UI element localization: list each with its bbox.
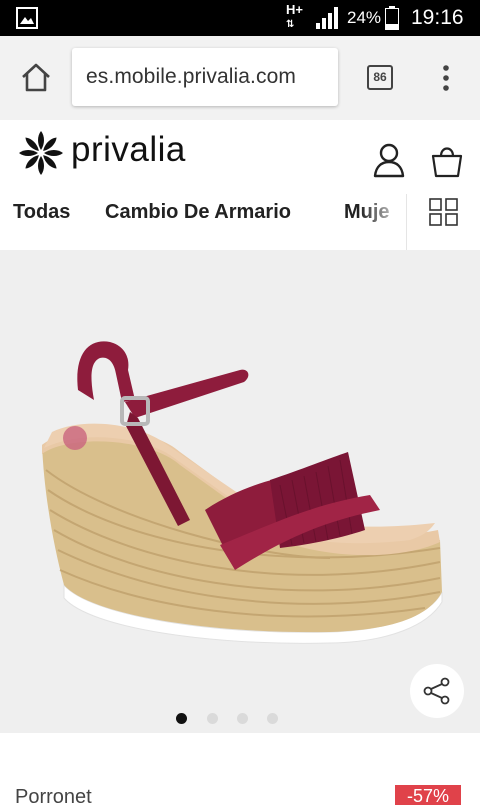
clock: 19:16 [411, 6, 464, 29]
share-button[interactable] [410, 664, 464, 718]
gallery-notification-icon [16, 7, 38, 29]
status-bar: H+ ⇅ 24% 19:16 [0, 0, 480, 36]
category-nav: Todas Cambio De Armario Muje [0, 194, 480, 250]
grid-view-icon[interactable] [429, 198, 459, 226]
browser-toolbar: es.mobile.privalia.com 86 [0, 36, 480, 120]
site-header: privalia [0, 120, 480, 194]
category-scroller[interactable]: Todas Cambio De Armario Muje [0, 194, 406, 250]
discount-badge: -57% [395, 785, 461, 806]
carousel-dot-1[interactable] [176, 713, 187, 724]
category-item-cambio-de-armario[interactable]: Cambio De Armario [105, 201, 291, 224]
battery-icon [385, 6, 399, 30]
product-info: Porronet -57% [0, 733, 480, 808]
scroll-fade [360, 194, 406, 250]
carousel-dot-3[interactable] [237, 713, 248, 724]
battery-percent: 24% [347, 8, 382, 27]
signal-icon [316, 7, 338, 29]
category-item-todas[interactable]: Todas [13, 201, 70, 224]
url-bar[interactable]: es.mobile.privalia.com [72, 48, 338, 106]
carousel-dot-4[interactable] [267, 713, 278, 724]
product-brand: Porronet [15, 786, 92, 808]
network-type: H+ ⇅ [286, 2, 303, 30]
account-icon[interactable] [372, 142, 406, 178]
url-text: es.mobile.privalia.com [86, 65, 296, 88]
product-image-wedge-sandal [42, 341, 443, 644]
product-image-carousel[interactable] [0, 250, 480, 733]
shopping-bag-icon[interactable] [430, 142, 464, 178]
carousel-dot-2[interactable] [207, 713, 218, 724]
logo-text[interactable]: privalia [71, 130, 186, 170]
share-icon [423, 677, 450, 705]
home-icon[interactable] [20, 62, 52, 94]
divider [406, 194, 407, 250]
overflow-menu-icon[interactable] [436, 64, 456, 92]
tab-switcher-button[interactable]: 86 [367, 65, 393, 90]
privalia-logo-icon[interactable] [18, 130, 64, 176]
